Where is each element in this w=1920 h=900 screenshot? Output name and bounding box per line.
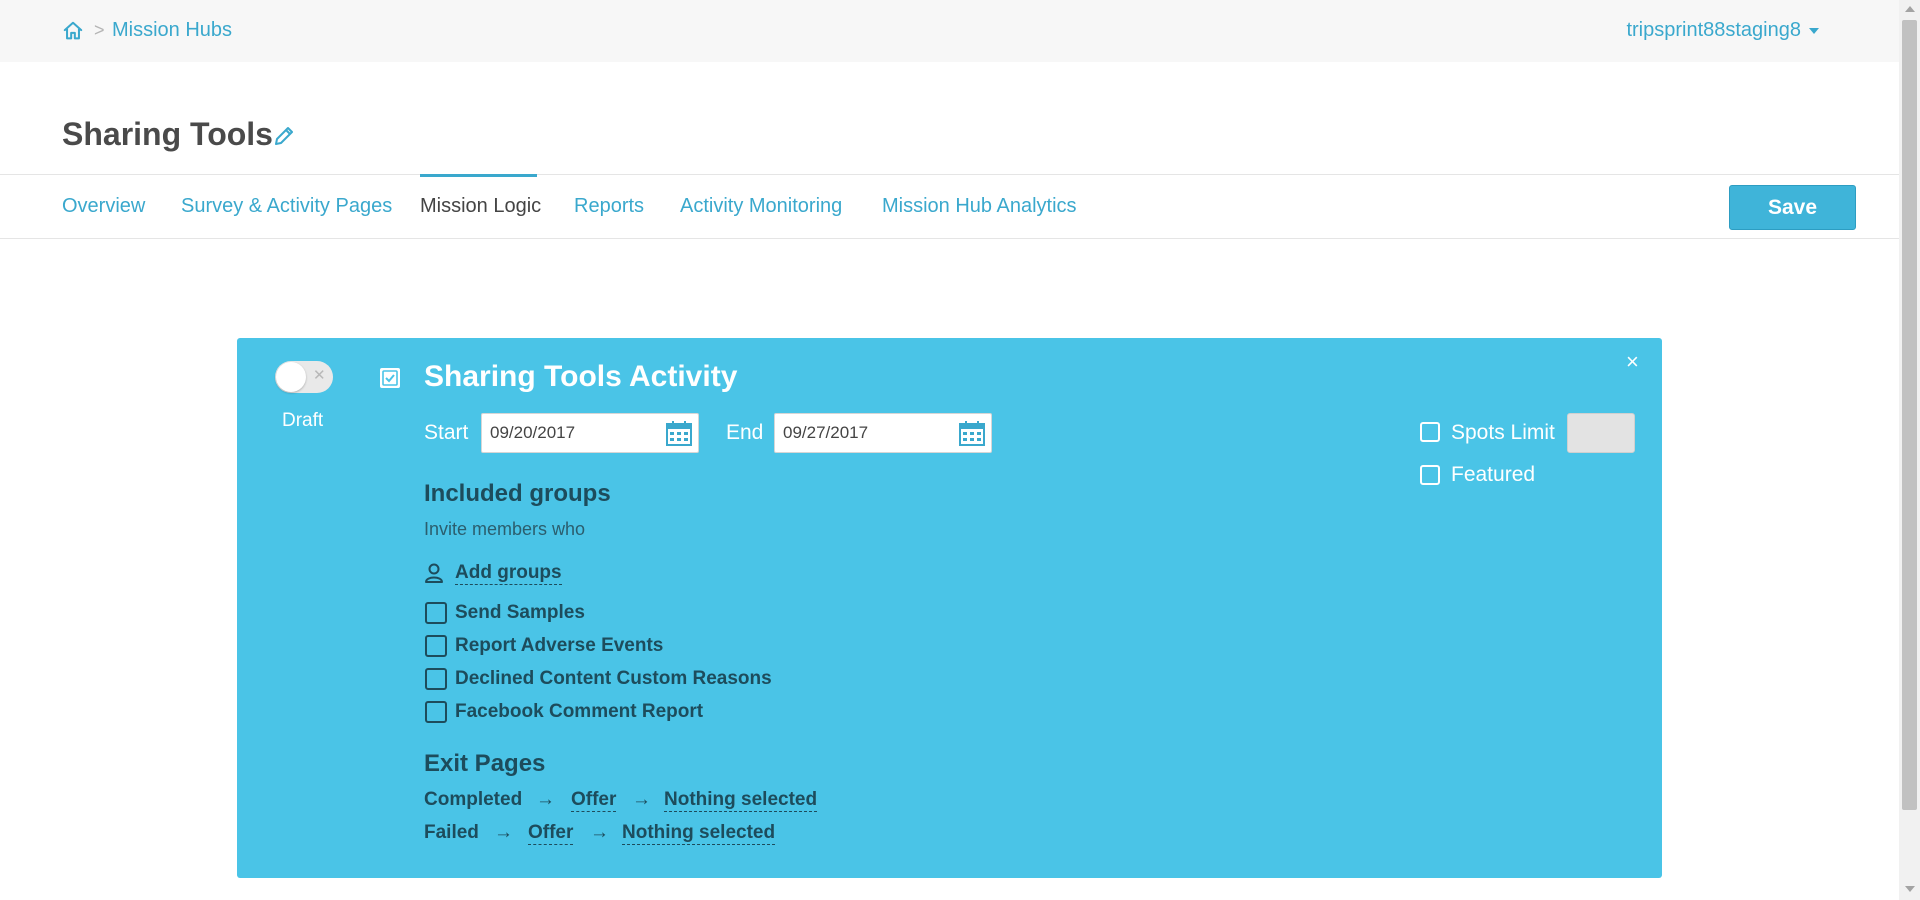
included-groups-heading: Included groups	[424, 480, 611, 507]
page-title: Sharing Tools	[62, 116, 273, 152]
toggle-knob	[276, 362, 306, 392]
caret-down-icon	[1809, 27, 1819, 34]
breadcrumb-separator: >	[94, 20, 105, 40]
home-icon[interactable]	[62, 20, 84, 42]
tab-mission-logic[interactable]: Mission Logic	[420, 195, 541, 218]
activity-card: ✕ Draft Sharing Tools Activity × Start 0…	[237, 338, 1662, 878]
calendar-icon[interactable]	[958, 419, 986, 447]
invite-text: Invite members who	[424, 519, 586, 539]
arrow-right-icon: →	[536, 789, 555, 810]
scroll-up-icon[interactable]	[1905, 6, 1915, 12]
scrollbar[interactable]	[1899, 0, 1920, 900]
add-groups-link[interactable]: Add groups	[455, 562, 562, 585]
pencil-icon[interactable]	[272, 124, 296, 148]
toggle-off-icon: ✕	[313, 367, 326, 384]
checkmark-icon	[382, 370, 398, 386]
group-label: Report Adverse Events	[455, 635, 664, 656]
group-checkbox[interactable]	[425, 701, 447, 723]
breadcrumb-mission-hubs[interactable]: Mission Hubs	[112, 19, 232, 42]
tab-reports[interactable]: Reports	[574, 195, 644, 218]
end-label: End	[726, 421, 764, 444]
user-icon	[425, 563, 443, 583]
activity-enabled-checkbox[interactable]	[380, 368, 400, 388]
arrow-right-icon: →	[590, 822, 609, 843]
group-label: Send Samples	[455, 602, 585, 623]
exit-status-label: Failed	[424, 822, 479, 843]
draft-label: Draft	[282, 410, 324, 431]
draft-toggle[interactable]: ✕	[275, 361, 333, 393]
tab-overview[interactable]: Overview	[62, 195, 145, 218]
group-label: Declined Content Custom Reasons	[455, 668, 772, 689]
spots-limit-label: Spots Limit	[1451, 421, 1555, 444]
featured-label: Featured	[1451, 463, 1536, 486]
user-menu[interactable]: tripsprint88staging8	[1626, 19, 1819, 42]
exit-page-link[interactable]: Offer	[528, 822, 574, 845]
featured-checkbox[interactable]	[1420, 465, 1440, 485]
tab-bar: Overview Survey & Activity Pages Mission…	[0, 174, 1899, 239]
activity-title: Sharing Tools Activity	[424, 360, 738, 393]
save-button[interactable]: Save	[1729, 185, 1856, 230]
exit-status-label: Completed	[424, 789, 523, 810]
group-label: Facebook Comment Report	[455, 701, 704, 722]
spots-limit-checkbox[interactable]	[1420, 422, 1440, 442]
exit-target-link[interactable]: Nothing selected	[622, 822, 776, 845]
top-bar: > Mission Hubs tripsprint88staging8	[0, 0, 1899, 62]
tab-activity-monitoring[interactable]: Activity Monitoring	[680, 195, 842, 218]
scrollbar-thumb[interactable]	[1902, 20, 1917, 810]
arrow-right-icon: →	[494, 822, 513, 843]
exit-target-link[interactable]: Nothing selected	[664, 789, 818, 812]
tab-mission-hub-analytics[interactable]: Mission Hub Analytics	[882, 195, 1077, 218]
scroll-down-icon[interactable]	[1905, 886, 1915, 892]
spots-limit-input[interactable]	[1567, 413, 1635, 453]
group-checkbox[interactable]	[425, 602, 447, 624]
user-menu-label: tripsprint88staging8	[1626, 19, 1801, 41]
group-checkbox[interactable]	[425, 668, 447, 690]
tab-survey-activity-pages[interactable]: Survey & Activity Pages	[181, 195, 392, 218]
active-tab-indicator	[420, 174, 537, 177]
exit-pages-heading: Exit Pages	[424, 750, 546, 777]
start-label: Start	[424, 421, 469, 444]
group-checkbox[interactable]	[425, 635, 447, 657]
arrow-right-icon: →	[632, 789, 651, 810]
calendar-icon[interactable]	[665, 419, 693, 447]
close-icon[interactable]: ×	[1626, 349, 1639, 375]
exit-page-link[interactable]: Offer	[571, 789, 617, 812]
